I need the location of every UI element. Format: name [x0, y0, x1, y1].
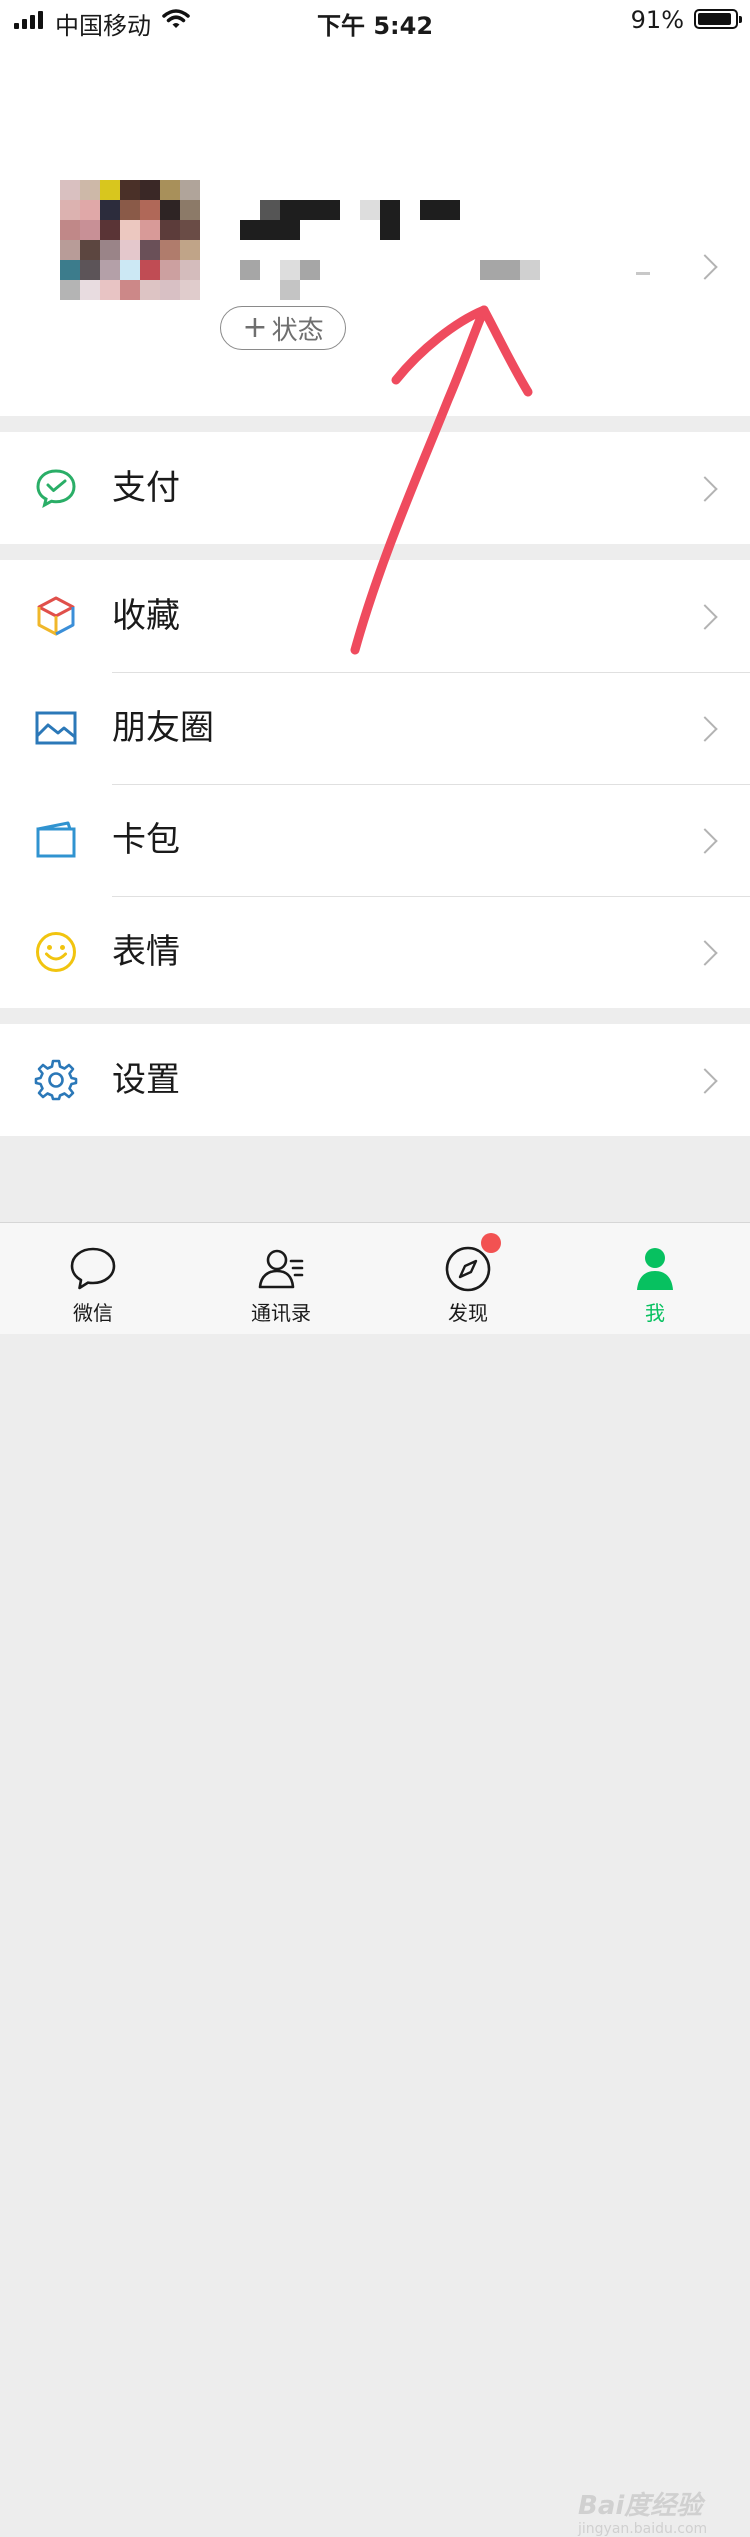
menu-item-settings[interactable]: 设置	[0, 1024, 750, 1136]
person-icon	[637, 1248, 673, 1290]
battery-percent: 91%	[630, 6, 684, 34]
menu-item-moments[interactable]: 朋友圈	[0, 672, 750, 784]
menu-item-label: 朋友圈	[112, 708, 214, 748]
status-bar: 中国移动 下午 5:42 91%	[0, 0, 750, 40]
tab-me[interactable]: 我	[580, 1223, 730, 1335]
menu-item-label: 设置	[112, 1060, 180, 1100]
wechat-pay-icon	[36, 469, 76, 508]
baidu-watermark: Bai度经验	[578, 2491, 703, 2521]
tab-discover[interactable]: 发现	[393, 1223, 543, 1335]
profile-header[interactable]: + 状态	[0, 40, 750, 416]
menu-item-favorites[interactable]: 收藏	[0, 560, 750, 672]
smiley-icon	[36, 932, 76, 972]
compass-icon	[445, 1246, 491, 1292]
tab-label: 微信	[73, 1301, 113, 1325]
tab-label: 发现	[448, 1301, 488, 1325]
chevron-right-icon	[692, 604, 718, 630]
menu-item-label: 卡包	[112, 820, 180, 860]
menu-item-label: 表情	[112, 932, 180, 972]
gear-icon	[34, 1059, 78, 1101]
status-button-label: 状态	[271, 315, 324, 346]
add-status-button[interactable]: + 状态	[220, 306, 346, 350]
chevron-right-icon	[692, 1068, 718, 1094]
tab-label: 我	[645, 1301, 665, 1325]
contacts-icon	[258, 1249, 304, 1289]
tab-contacts[interactable]: 通讯录	[206, 1223, 356, 1335]
menu-item-label: 收藏	[112, 596, 180, 636]
menu-item-pay[interactable]: 支付	[0, 432, 750, 544]
bottom-tab-bar: 微信 通讯录 发现 我 Bai度经验 jingyan.baidu.com	[0, 1222, 750, 2537]
pay-section: 支付	[0, 432, 750, 544]
chevron-right-icon	[692, 828, 718, 854]
blurred-nickname	[240, 200, 470, 240]
features-section: 收藏 朋友圈 卡包 表情	[0, 560, 750, 1008]
notification-badge	[481, 1233, 501, 1253]
chevron-right-icon	[692, 940, 718, 966]
tab-chats[interactable]: 微信	[18, 1223, 168, 1335]
plus-icon: +	[242, 310, 268, 345]
avatar[interactable]	[60, 180, 200, 300]
settings-section: 设置	[0, 1024, 750, 1136]
card-icon	[36, 821, 76, 858]
cube-icon	[37, 596, 75, 636]
blurred-wechat-id	[240, 260, 660, 300]
menu-item-label: 支付	[112, 468, 180, 508]
chevron-right-icon	[692, 716, 718, 742]
chevron-right-icon	[692, 476, 718, 502]
baidu-watermark-url: jingyan.baidu.com	[578, 2521, 708, 2537]
tab-label: 通讯录	[251, 1301, 311, 1325]
menu-item-stickers[interactable]: 表情	[0, 896, 750, 1008]
chat-bubble-icon	[70, 1247, 116, 1290]
picture-icon	[35, 711, 77, 745]
menu-item-cards[interactable]: 卡包	[0, 784, 750, 896]
battery-icon	[694, 9, 742, 29]
chevron-right-icon	[692, 254, 718, 280]
